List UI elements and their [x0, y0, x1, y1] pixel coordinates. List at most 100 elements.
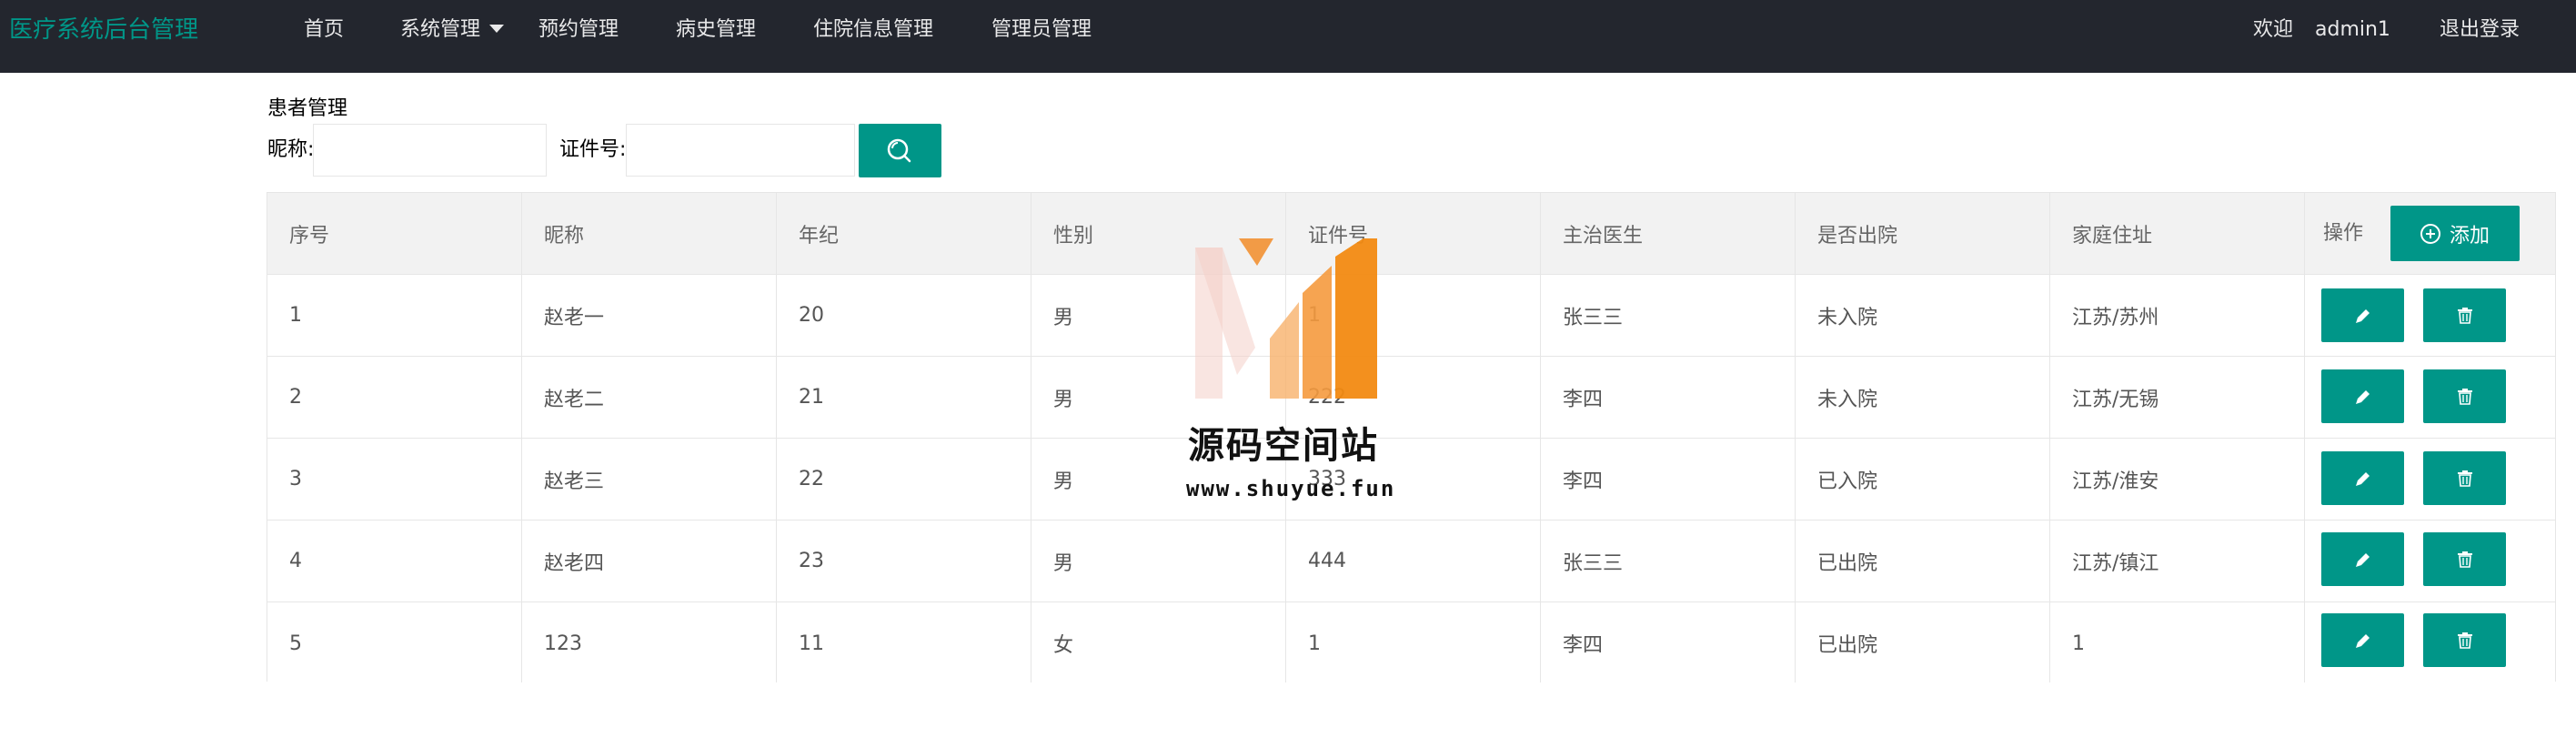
pencil-icon	[2355, 633, 2370, 648]
cell-doctor: 李四	[1563, 634, 1604, 657]
cell-id-number: 1	[1308, 632, 1321, 655]
edit-button[interactable]	[2321, 613, 2404, 667]
trash-icon	[2457, 388, 2472, 405]
cell-age: 23	[799, 550, 824, 572]
nickname-label: 昵称:	[267, 138, 315, 161]
nav-item-appointment[interactable]: 预约管理	[538, 16, 619, 44]
nav-item-home[interactable]: 首页	[304, 16, 344, 44]
cell-age: 20	[799, 304, 824, 327]
column-divider	[1540, 193, 1541, 682]
cell-discharged: 未入院	[1817, 306, 1878, 329]
cell-address: 江苏/苏州	[2072, 306, 2159, 329]
header-discharged: 是否出院	[1817, 224, 1898, 248]
cell-gender: 男	[1053, 388, 1074, 411]
column-divider	[521, 193, 522, 682]
brand-title[interactable]: 医疗系统后台管理	[9, 16, 198, 44]
table-row: 3 赵老三 22 男 333 李四 已入院 江苏/淮安	[267, 439, 2555, 521]
cell-address: 江苏/镇江	[2072, 551, 2159, 575]
trash-icon	[2457, 307, 2472, 324]
cell-age: 21	[799, 386, 824, 409]
nickname-input[interactable]	[313, 124, 547, 177]
cell-discharged: 已入院	[1817, 470, 1878, 493]
cell-age: 22	[799, 468, 824, 490]
table-row: 5 123 11 女 1 李四 已出院 1	[267, 602, 2555, 684]
header-address: 家庭住址	[2072, 224, 2153, 248]
cell-address: 1	[2072, 632, 2085, 655]
cell-index: 5	[289, 632, 302, 655]
delete-button[interactable]	[2423, 288, 2506, 342]
trash-icon	[2457, 470, 2472, 487]
logout-link[interactable]: 退出登录	[2440, 16, 2520, 44]
edit-button[interactable]	[2321, 288, 2404, 342]
header-nickname: 昵称	[544, 224, 585, 248]
header-age: 年纪	[799, 224, 840, 248]
edit-button[interactable]	[2321, 451, 2404, 505]
cell-index: 4	[289, 550, 302, 572]
search-button[interactable]	[859, 124, 941, 177]
plus-circle-icon	[2420, 223, 2440, 244]
watermark-title: 源码空间站	[1188, 425, 1379, 467]
id-number-label: 证件号:	[559, 138, 627, 161]
cell-doctor: 李四	[1563, 470, 1604, 493]
column-divider	[2049, 193, 2050, 682]
nav-item-system-label: 系统管理	[400, 18, 481, 41]
cell-nickname: 赵老四	[544, 551, 605, 575]
nav-item-system[interactable]: 系统管理	[400, 16, 505, 44]
header-actions: 操作	[2323, 222, 2364, 245]
cell-nickname: 赵老三	[544, 470, 605, 493]
cell-index: 2	[289, 386, 302, 409]
add-button-label: 添加	[2449, 224, 2490, 248]
table-row: 2 赵老二 21 男 222 李四 未入院 江苏/无锡	[267, 357, 2555, 439]
edit-button[interactable]	[2321, 369, 2404, 423]
watermark-url: www.shuyue.fun	[1186, 476, 1396, 501]
delete-button[interactable]	[2423, 613, 2506, 667]
cell-nickname: 赵老二	[544, 388, 605, 411]
cell-gender: 男	[1053, 306, 1074, 329]
delete-button[interactable]	[2423, 532, 2506, 586]
header-doctor: 主治医生	[1563, 224, 1644, 248]
cell-doctor: 李四	[1563, 388, 1604, 411]
column-divider	[776, 193, 777, 682]
column-divider	[2304, 193, 2305, 682]
welcome-text: 欢迎	[2253, 18, 2294, 41]
header-gender: 性别	[1053, 224, 1094, 248]
pencil-icon	[2355, 308, 2370, 323]
nav-item-admin[interactable]: 管理员管理	[991, 16, 1092, 44]
header-index: 序号	[289, 224, 330, 248]
cell-discharged: 已出院	[1817, 551, 1878, 575]
delete-button[interactable]	[2423, 451, 2506, 505]
table-row: 4 赵老四 23 男 444 张三三 已出院 江苏/镇江	[267, 521, 2555, 602]
cell-doctor: 张三三	[1563, 551, 1624, 575]
patient-table: 序号 昵称 年纪 性别 证件号 主治医生 是否出院 家庭住址 操作 1 赵老一 …	[267, 192, 2556, 684]
pencil-icon	[2355, 552, 2370, 567]
username[interactable]: admin1	[2315, 16, 2390, 44]
cell-address: 江苏/无锡	[2072, 388, 2159, 411]
cell-discharged: 未入院	[1817, 388, 1878, 411]
nav-item-inpatient[interactable]: 住院信息管理	[813, 16, 933, 44]
search-icon	[887, 138, 911, 163]
watermark-logo-icon	[1195, 238, 1377, 399]
edit-button[interactable]	[2321, 532, 2404, 586]
table-header: 序号 昵称 年纪 性别 证件号 主治医生 是否出院 家庭住址 操作	[267, 193, 2555, 275]
pencil-icon	[2355, 389, 2370, 404]
trash-icon	[2457, 632, 2472, 649]
column-divider	[1795, 193, 1796, 682]
cell-gender: 女	[1053, 634, 1074, 657]
cell-id-number: 444	[1308, 550, 1346, 572]
page-title: 患者管理	[267, 97, 348, 120]
table-row: 1 赵老一 20 男 1 张三三 未入院 江苏/苏州	[267, 275, 2555, 357]
cell-discharged: 已出院	[1817, 634, 1878, 657]
cell-index: 3	[289, 468, 302, 490]
top-navbar: 医疗系统后台管理 首页 系统管理 预约管理 病史管理 住院信息管理 管理员管理 …	[0, 0, 2576, 73]
id-number-input[interactable]	[626, 124, 855, 177]
cell-nickname: 赵老一	[544, 306, 605, 329]
cell-nickname: 123	[544, 632, 582, 655]
cell-gender: 男	[1053, 551, 1074, 575]
delete-button[interactable]	[2423, 369, 2506, 423]
nav-item-history[interactable]: 病史管理	[676, 16, 756, 44]
add-patient-button[interactable]: 添加	[2390, 206, 2520, 261]
caret-down-icon	[489, 24, 505, 33]
cell-age: 11	[799, 632, 824, 655]
cell-gender: 男	[1053, 470, 1074, 493]
pencil-icon	[2355, 471, 2370, 486]
